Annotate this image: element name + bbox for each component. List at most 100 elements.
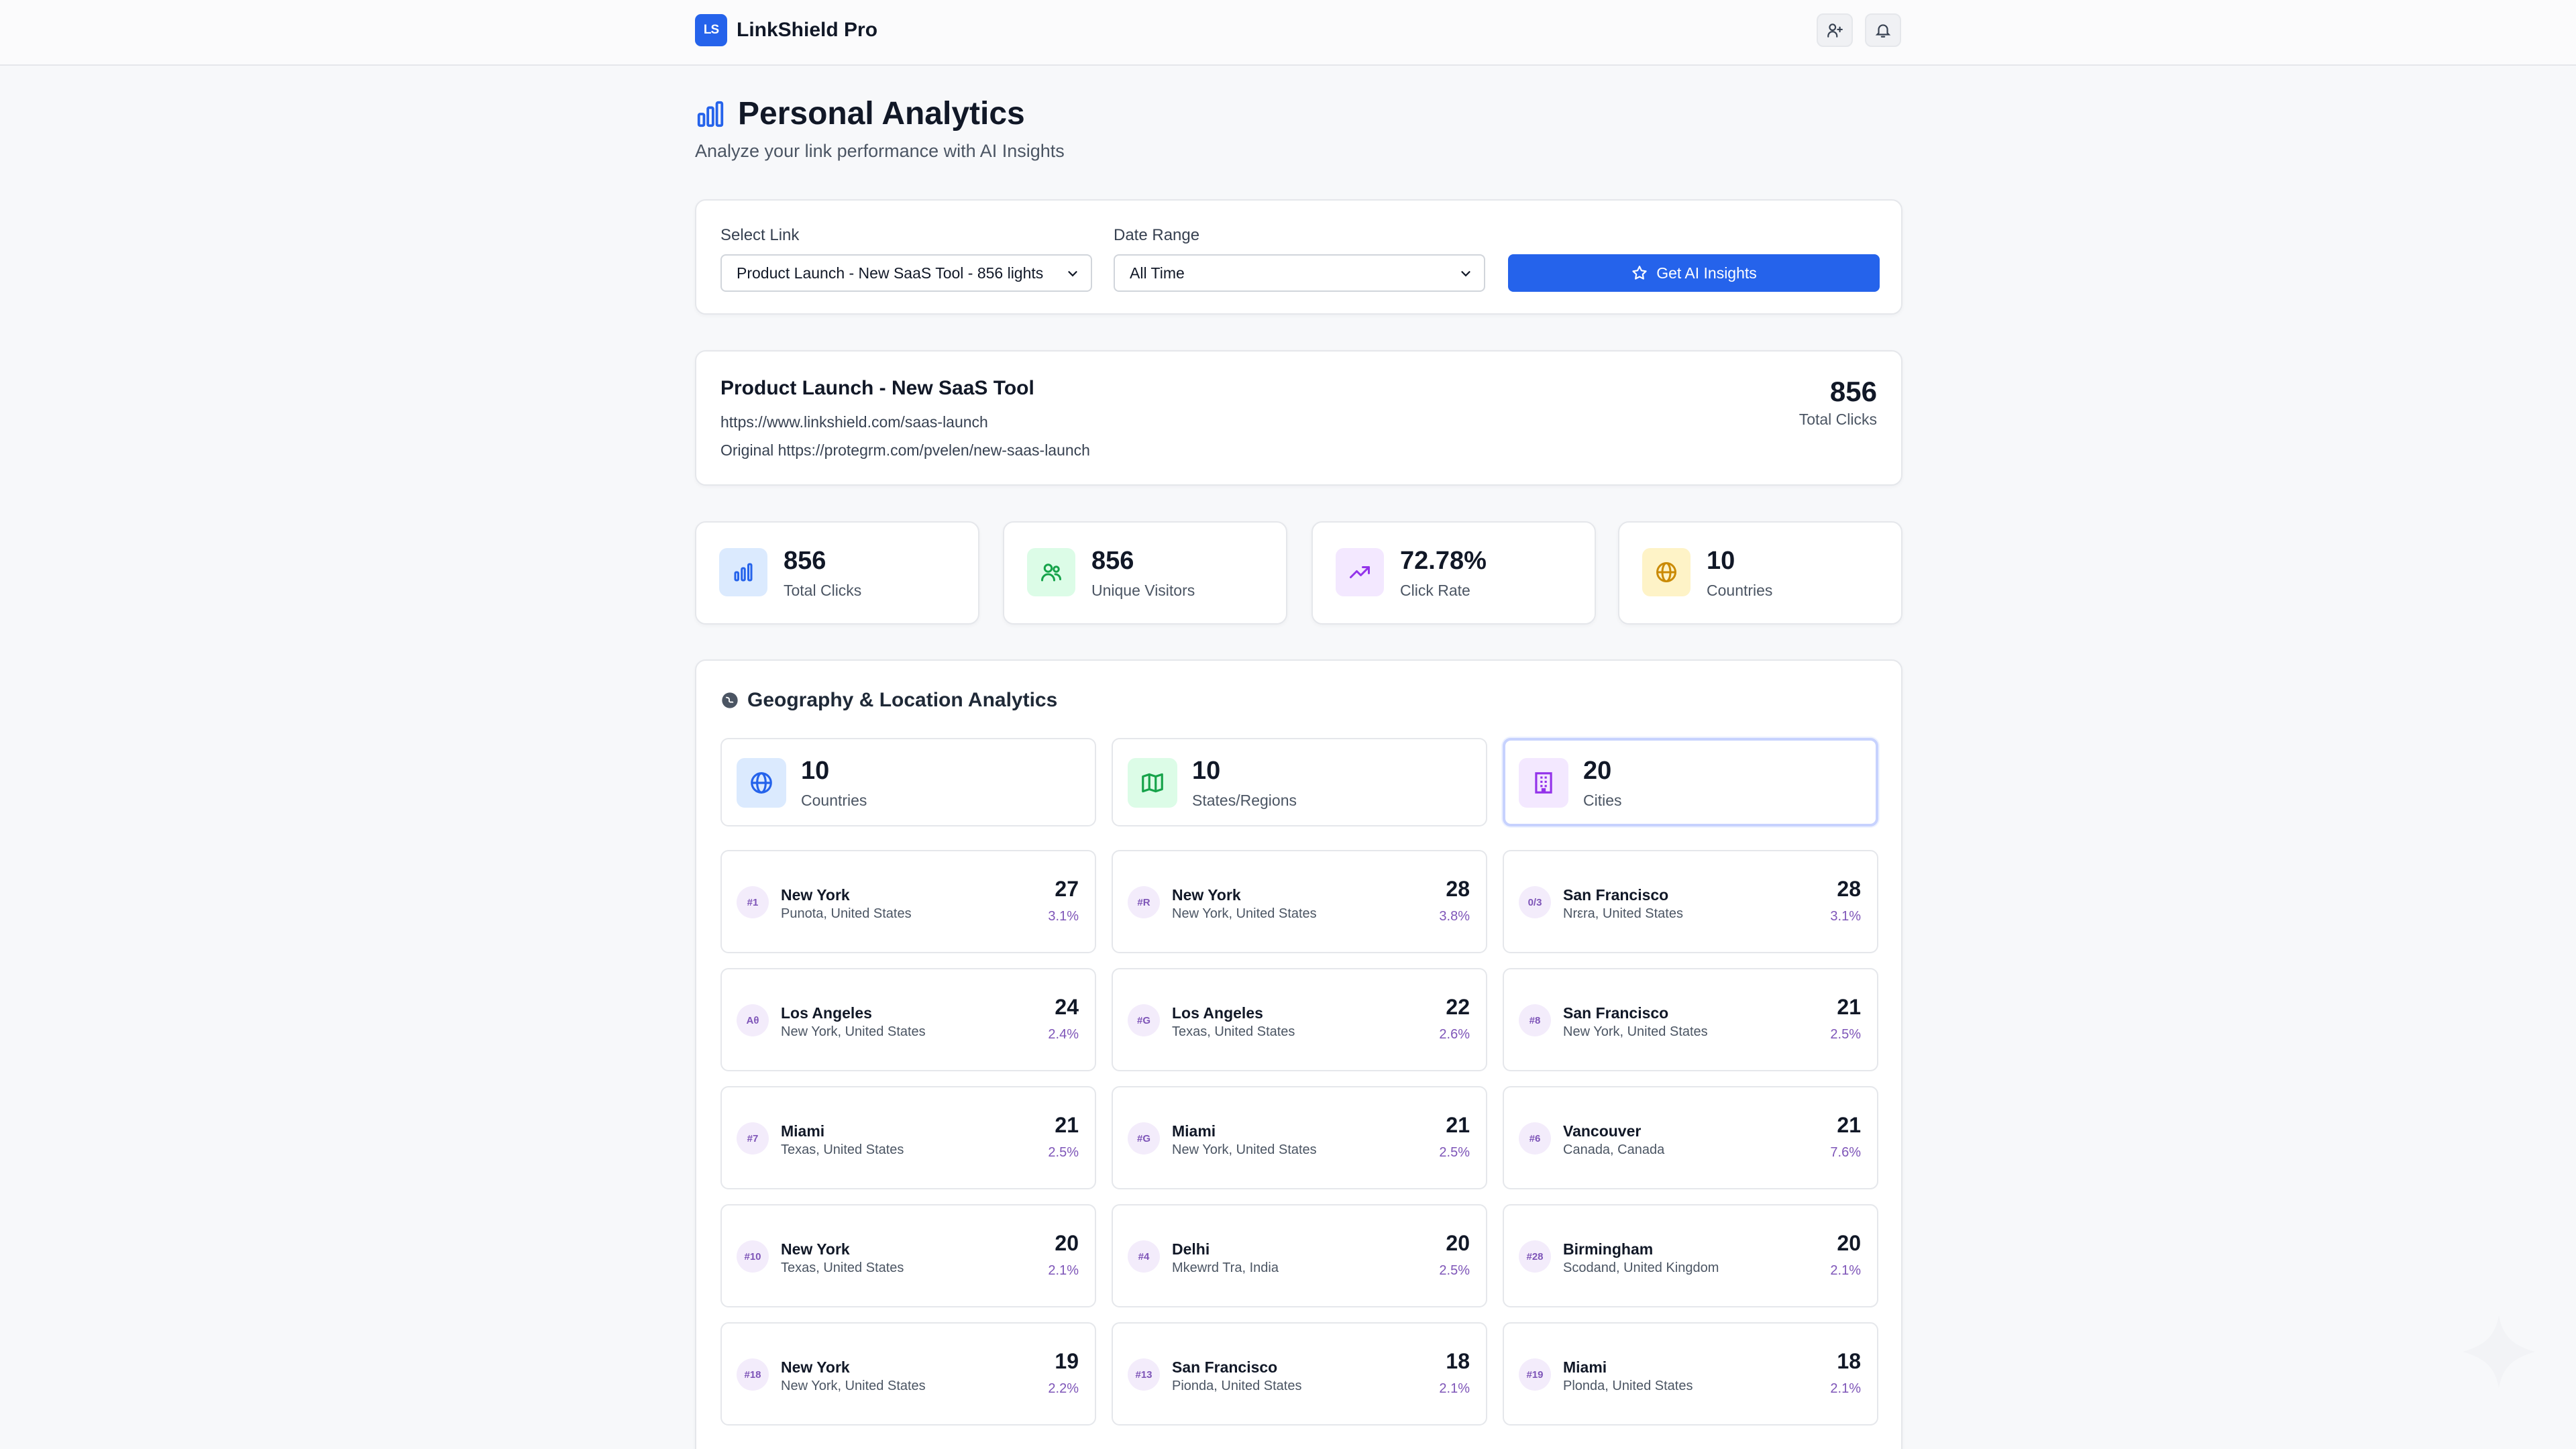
rank-badge: 0/3 [1519,886,1551,918]
location-region: Texas, United States [781,1142,904,1157]
location-count: 21 [1446,1113,1470,1137]
rank-badge: #1 [737,886,769,918]
location-card[interactable]: #R New York New York, United States 28 3.8% [1112,850,1487,953]
location-card[interactable]: #G Miami New York, United States 21 2.5% [1112,1086,1487,1189]
location-percent: 7.6% [1830,1145,1861,1160]
location-region: Canada, Canada [1563,1142,1665,1157]
summary-icon-wrap [1128,758,1177,808]
location-card[interactable]: #8 San Francisco New York, United States 21… [1503,968,1878,1071]
rank-badge: #6 [1519,1122,1551,1155]
location-city: Miami [1172,1122,1216,1140]
location-card[interactable]: #28 Birmingham Scodand, United Kingdom 20 2.… [1503,1204,1878,1307]
stat-card-click-rate: 72.78% Click Rate [1311,521,1596,625]
rank-badge: #10 [737,1240,769,1273]
location-card[interactable]: #10 New York Texas, United States 20 2.1% [720,1204,1096,1307]
stat-icon-wrap [1642,548,1690,596]
location-count: 22 [1446,995,1470,1019]
location-count: 18 [1837,1349,1861,1373]
location-card[interactable]: #4 Delhi Μkewrd Tra, India 20 2.5% [1112,1204,1487,1307]
map-icon [1142,773,1163,793]
rank-badge: #8 [1519,1004,1551,1036]
link-details-card: Product Launch - New SaaS Tool https://w… [695,350,1902,486]
stat-card-total-clicks: 856 Total Clicks [695,521,979,625]
user-add-icon [1827,23,1843,38]
globe-icon [1656,562,1676,582]
location-count: 21 [1055,1113,1079,1137]
rank-badge: #28 [1519,1240,1551,1273]
location-percent: 2.5% [1830,1027,1861,1042]
link-total-clicks-label: Total Clicks [1799,411,1877,428]
building-icon [1535,772,1552,794]
globe-icon [751,772,772,794]
location-count: 20 [1446,1231,1470,1255]
location-count: 21 [1837,995,1861,1019]
stat-label: Unique Visitors [1091,582,1195,599]
chevron-down-icon [1068,271,1077,277]
location-card[interactable]: #13 San Francisco Pionda, United States 18 2… [1112,1322,1487,1426]
get-ai-insights-button[interactable]: Get AI Insights [1508,254,1880,292]
summary-countries[interactable]: 10 Countries [720,738,1096,826]
stat-card-countries: 10 Countries [1618,521,1902,625]
short-url[interactable]: https://www.linkshield.com/saas-launch [720,413,988,431]
location-count: 20 [1055,1231,1079,1255]
location-region: New York, United States [781,1379,926,1393]
stat-value: 72.78% [1400,547,1487,575]
users-icon [1041,564,1061,582]
location-region: Texas, United States [1172,1024,1295,1039]
select-link-label: Select Link [720,226,800,244]
rank-badge: #G [1128,1004,1160,1036]
geography-card: Geography & Location Analytics 10 Countr… [695,659,1902,1449]
location-card[interactable]: #1 New York Punota, United States 27 3.1% [720,850,1096,953]
location-city: San Francisco [1563,886,1669,904]
notifications-button[interactable] [1865,13,1901,47]
stat-value: 856 [784,547,826,575]
location-card[interactable]: #7 Miami Texas, United States 21 2.5% [720,1086,1096,1189]
chevron-down-icon [1461,271,1470,277]
location-region: Scodand, United Kingdom [1563,1260,1719,1275]
location-card[interactable]: #G Los Angeles Texas, United States 22 2.6% [1112,968,1487,1071]
location-region: New York, United States [1563,1024,1708,1039]
location-count: 27 [1055,877,1079,901]
location-region: Punota, United States [781,906,912,921]
date-range-label: Date Range [1114,226,1200,244]
date-range-dropdown[interactable]: All Time [1114,254,1485,292]
summary-label: Countries [801,792,867,809]
location-card[interactable]: #19 Miami Plonda, United States 18 2.1% [1503,1322,1878,1426]
location-region: Pionda, United States [1172,1379,1302,1393]
location-card[interactable]: #18 New York New York, United States 19 2.2% [720,1322,1096,1426]
summary-cities[interactable]: 20 Cities [1503,738,1878,826]
location-count: 24 [1055,995,1079,1019]
star-icon [1632,266,1647,280]
location-region: New York, United States [781,1024,926,1039]
summary-regions[interactable]: 10 States/Regions [1112,738,1487,826]
select-link-dropdown[interactable]: Product Launch - New SaaS Tool - 856 lig… [720,254,1092,292]
location-region: Texas, United States [781,1260,904,1275]
location-city: Miami [1563,1358,1607,1376]
location-region: New York, United States [1172,1142,1317,1157]
bar-chart-icon [734,563,753,582]
rank-badge: #R [1128,886,1160,918]
location-city: New York [781,1358,850,1376]
date-range-value: All Time [1130,264,1185,282]
user-add-button[interactable] [1817,13,1853,47]
geo-header: Geography & Location Analytics [720,689,1057,712]
rank-badge: #13 [1128,1358,1160,1391]
rank-badge: #G [1128,1122,1160,1155]
bar-chart-icon [697,101,724,127]
brand[interactable]: LS LinkShield Pro [695,14,877,46]
location-count: 19 [1055,1349,1079,1373]
brand-logo: LS [695,14,727,46]
location-percent: 3.8% [1439,909,1470,924]
location-percent: 2.1% [1439,1381,1470,1396]
page-header: Personal Analytics [695,95,1025,132]
summary-icon-wrap [1519,758,1568,808]
location-city: New York [781,1240,850,1258]
location-percent: 2.1% [1048,1263,1079,1278]
location-city: San Francisco [1563,1004,1669,1022]
trending-up-icon [1350,566,1370,578]
location-city: Delhi [1172,1240,1210,1258]
location-card[interactable]: 0/3 San Francisco Nrεra, United States 28 3.… [1503,850,1878,953]
location-card[interactable]: Aθ Los Angeles New York, United States 24 2.… [720,968,1096,1071]
sparkle-icon [2462,1315,2536,1389]
location-card[interactable]: #6 Vancouver Canada, Canada 21 7.6% [1503,1086,1878,1189]
